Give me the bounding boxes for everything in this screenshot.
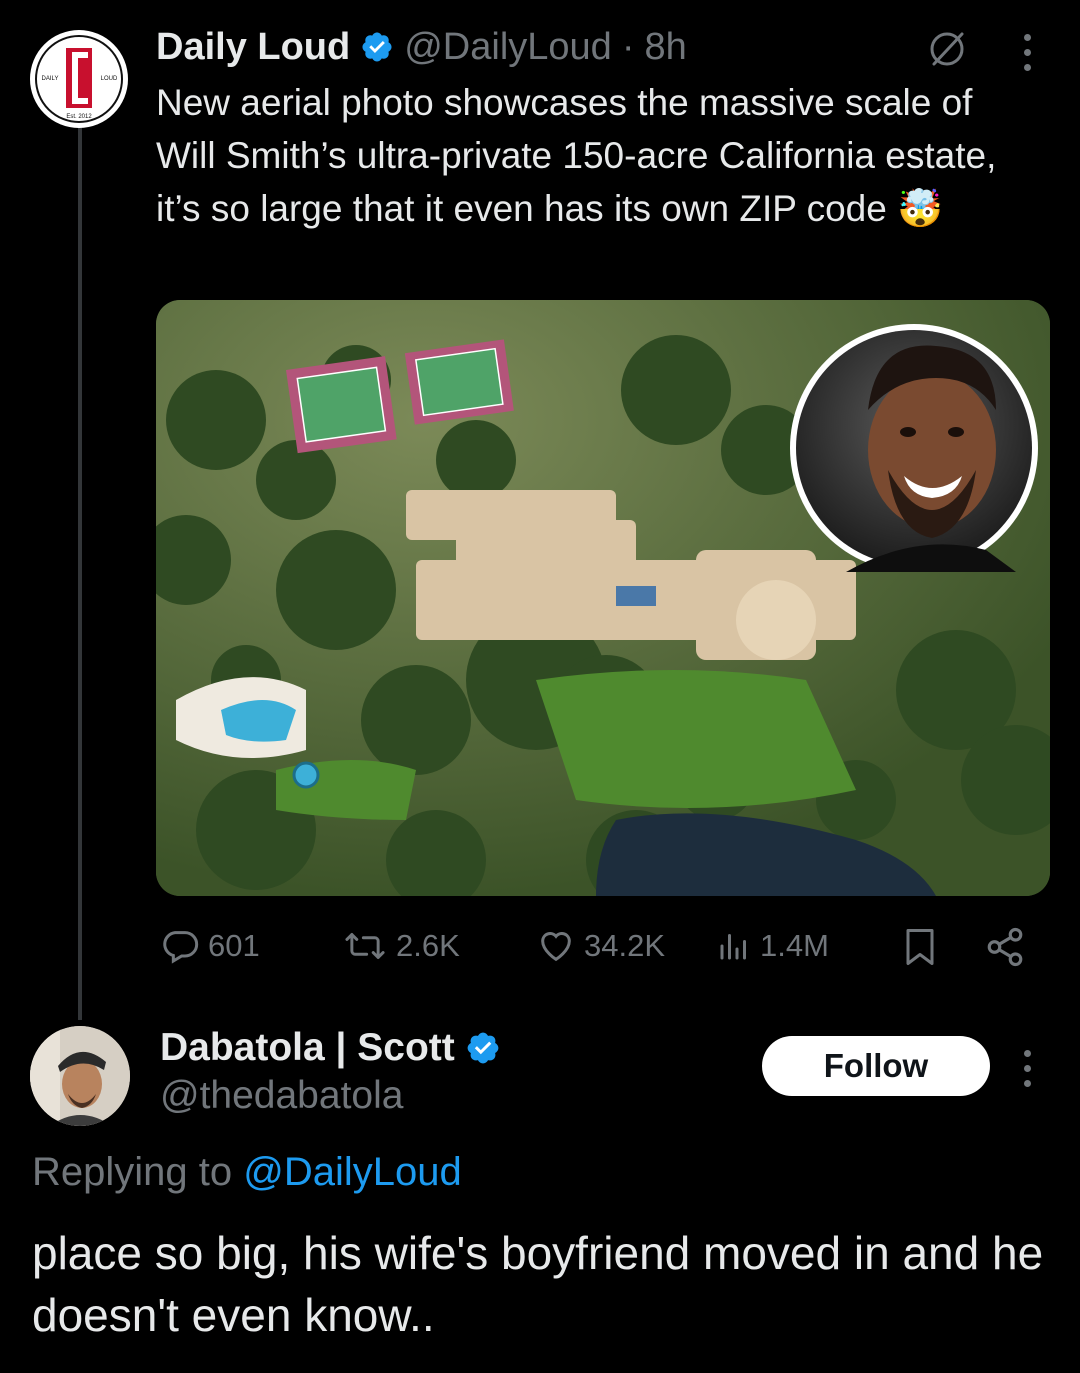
like-count: 34.2K: [584, 928, 666, 963]
author-name[interactable]: Daily Loud: [156, 26, 350, 69]
separator: ·: [621, 25, 635, 68]
tweet-media-image[interactable]: [156, 300, 1050, 896]
logo-est-text: Est. 2012: [66, 114, 92, 120]
retweet-icon: [345, 933, 385, 959]
like-action[interactable]: 34.2K: [536, 926, 665, 966]
daily-loud-avatar[interactable]: DAILY LOUD Est. 2012: [30, 30, 128, 128]
grok-icon[interactable]: [926, 28, 968, 70]
retweet-action[interactable]: 2.6K: [342, 926, 460, 966]
reply-icon: [163, 931, 199, 964]
reply-author-name[interactable]: Dabatola | Scott: [160, 1026, 455, 1070]
reply-count: 601: [208, 928, 260, 963]
author-handle[interactable]: @DailyLoud: [404, 26, 612, 69]
tweet-time[interactable]: 8h: [644, 26, 686, 69]
follow-button[interactable]: Follow: [762, 1036, 990, 1096]
logo-right-text: LOUD: [101, 76, 118, 82]
retweet-count: 2.6K: [396, 928, 460, 963]
more-icon[interactable]: [1024, 34, 1031, 71]
replying-to-link[interactable]: @DailyLoud: [243, 1150, 462, 1194]
views-icon: [720, 934, 746, 960]
daily-loud-logo: DAILY LOUD Est. 2012: [31, 31, 127, 127]
verified-badge-icon: [467, 1032, 499, 1064]
reply-text: place so big, his wife's boyfriend moved…: [32, 1227, 1044, 1341]
reply-author-avatar[interactable]: [30, 1026, 130, 1126]
verified-badge-icon: [362, 32, 392, 62]
share-icon[interactable]: [984, 926, 1026, 968]
views-count: 1.4M: [760, 928, 829, 963]
bookmark-icon[interactable]: [902, 926, 938, 968]
replying-to: Replying to @DailyLoud: [32, 1150, 462, 1195]
tweet-header: Daily Loud @DailyLoud · 8h: [156, 22, 687, 72]
reply-action[interactable]: 601: [160, 926, 260, 966]
views-action[interactable]: 1.4M: [716, 926, 829, 966]
thread-line: [78, 122, 82, 1020]
replying-prefix: Replying to: [32, 1150, 233, 1194]
logo-left-text: DAILY: [42, 76, 59, 82]
reply-author-handle[interactable]: @thedabatola: [160, 1074, 403, 1118]
reply-header: Dabatola | Scott: [160, 1024, 501, 1072]
more-icon[interactable]: [1024, 1050, 1031, 1087]
tweet-text: New aerial photo showcases the massive s…: [156, 82, 997, 229]
like-icon: [541, 932, 571, 962]
